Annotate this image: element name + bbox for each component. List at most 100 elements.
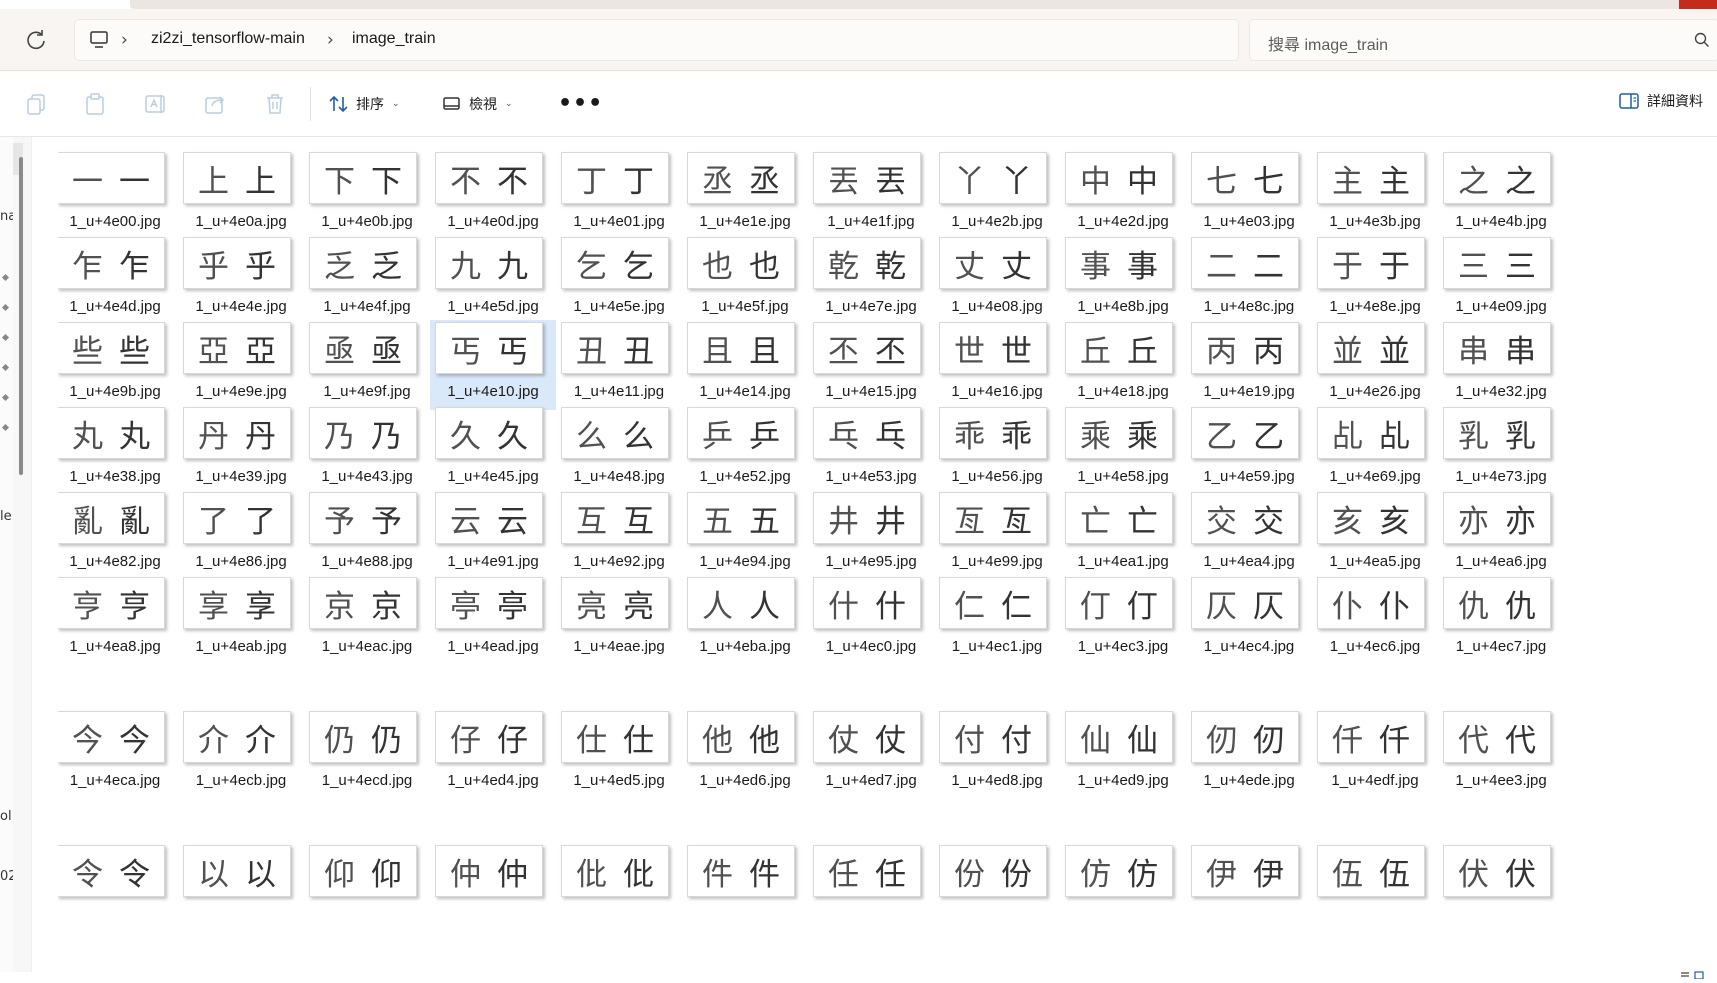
file-name[interactable]: 1_u+4e39.jpg (178, 468, 304, 485)
file-name[interactable]: 1_u+4e86.jpg (178, 553, 304, 570)
file-thumbnail[interactable]: 些些 (58, 322, 165, 374)
file-thumbnail[interactable]: 串串 (1443, 322, 1551, 374)
file-thumbnail[interactable]: 乙乙 (1191, 407, 1299, 459)
file-thumbnail[interactable]: 中中 (1065, 152, 1173, 204)
file-thumbnail[interactable]: 丘丘 (1065, 322, 1173, 374)
file-tile[interactable]: 仳仳 (556, 843, 682, 933)
file-thumbnail[interactable]: 予予 (309, 492, 417, 544)
file-thumbnail[interactable]: 仕仕 (561, 711, 669, 763)
file-name[interactable]: 1_u+4ed8.jpg (934, 772, 1060, 789)
file-thumbnail[interactable]: 仍仍 (309, 711, 417, 763)
file-name[interactable]: 1_u+4e4b.jpg (1438, 213, 1564, 230)
nav-item-fragment[interactable]: le (0, 509, 12, 524)
file-name[interactable]: 1_u+4e88.jpg (304, 553, 430, 570)
file-thumbnail[interactable]: 亂亂 (58, 492, 165, 544)
file-thumbnail[interactable]: 井井 (813, 492, 921, 544)
file-name[interactable]: 1_u+4e15.jpg (808, 383, 934, 400)
file-tile[interactable]: 九九 1_u+4e5d.jpg (430, 235, 556, 325)
file-tile[interactable]: 享享 1_u+4eab.jpg (178, 575, 304, 665)
file-thumbnail[interactable]: 了了 (183, 492, 291, 544)
file-tile[interactable]: 他他 1_u+4ed6.jpg (682, 709, 808, 799)
file-name[interactable]: 1_u+4ea6.jpg (1438, 553, 1564, 570)
file-thumbnail[interactable]: 仞仞 (1191, 711, 1299, 763)
file-name[interactable]: 1_u+4e08.jpg (934, 298, 1060, 315)
file-name[interactable]: 1_u+4e32.jpg (1438, 383, 1564, 400)
file-name[interactable]: 1_u+4e16.jpg (934, 383, 1060, 400)
file-tile[interactable]: 不不 1_u+4e0d.jpg (430, 150, 556, 240)
file-thumbnail[interactable]: 享享 (183, 577, 291, 629)
file-name[interactable]: 1_u+4e03.jpg (1186, 213, 1312, 230)
file-thumbnail[interactable]: 丞丞 (687, 152, 795, 204)
file-name[interactable]: 1_u+4e8c.jpg (1186, 298, 1312, 315)
file-tile[interactable]: 仄仄 1_u+4ec4.jpg (1186, 575, 1312, 665)
breadcrumb-item[interactable]: zi2zi_tensorflow-main (151, 30, 305, 48)
file-name[interactable]: 1_u+4e1e.jpg (682, 213, 808, 230)
file-thumbnail[interactable]: 也也 (687, 237, 795, 289)
file-name[interactable]: 1_u+4ec3.jpg (1060, 638, 1186, 655)
file-thumbnail[interactable]: 仳仳 (561, 845, 669, 897)
file-thumbnail[interactable]: 任任 (813, 845, 921, 897)
file-tile[interactable]: 亨亨 1_u+4ea8.jpg (58, 575, 178, 665)
file-tile[interactable]: 仞仞 1_u+4ede.jpg (1186, 709, 1312, 799)
file-tile[interactable]: 仆仆 1_u+4ec6.jpg (1312, 575, 1438, 665)
file-name[interactable]: 1_u+4e95.jpg (808, 553, 934, 570)
file-thumbnail[interactable]: 乩乩 (1317, 407, 1425, 459)
file-thumbnail[interactable]: 亨亨 (58, 577, 165, 629)
file-name[interactable]: 1_u+4e00.jpg (58, 213, 178, 230)
file-thumbnail[interactable]: 三三 (1443, 237, 1551, 289)
file-tile[interactable]: 亡亡 1_u+4ea1.jpg (1060, 490, 1186, 580)
file-tile[interactable]: 丁丁 1_u+4e01.jpg (556, 150, 682, 240)
file-name[interactable]: 1_u+4ea1.jpg (1060, 553, 1186, 570)
file-thumbnail[interactable]: 亙亙 (939, 492, 1047, 544)
file-thumbnail[interactable]: 仗仗 (813, 711, 921, 763)
file-tile[interactable]: 亞亞 1_u+4e9e.jpg (178, 320, 304, 410)
file-name[interactable]: 1_u+4edf.jpg (1312, 772, 1438, 789)
file-thumbnail[interactable]: 仃仃 (1065, 577, 1173, 629)
file-thumbnail[interactable]: 令令 (58, 845, 165, 897)
file-thumbnail[interactable]: 丟丟 (813, 152, 921, 204)
chevron-right-icon[interactable]: › (121, 30, 128, 50)
file-name[interactable]: 1_u+4e14.jpg (682, 383, 808, 400)
file-name[interactable]: 1_u+4ea8.jpg (58, 638, 178, 655)
file-tile[interactable]: 丈丈 1_u+4e08.jpg (934, 235, 1060, 325)
file-tile[interactable]: 仟仟 1_u+4edf.jpg (1312, 709, 1438, 799)
file-thumbnail[interactable]: 仆仆 (1317, 577, 1425, 629)
file-name[interactable]: 1_u+4e7e.jpg (808, 298, 934, 315)
file-name[interactable]: 1_u+4e4d.jpg (58, 298, 178, 315)
paste-icon[interactable] (84, 92, 108, 116)
file-tile[interactable]: 下下 1_u+4e0b.jpg (304, 150, 430, 240)
file-thumbnail[interactable]: 亮亮 (561, 577, 669, 629)
file-thumbnail[interactable]: 么么 (561, 407, 669, 459)
details-pane-button[interactable]: 詳細資料 (1618, 91, 1703, 111)
file-name[interactable]: 1_u+4e5f.jpg (682, 298, 808, 315)
file-thumbnail[interactable]: 付付 (939, 711, 1047, 763)
file-tile[interactable]: 乏乏 1_u+4e4f.jpg (304, 235, 430, 325)
file-tile[interactable]: 乖乖 1_u+4e56.jpg (934, 405, 1060, 495)
file-thumbnail[interactable]: 亞亞 (183, 322, 291, 374)
file-thumbnail[interactable]: 丐丐 (435, 322, 543, 374)
file-thumbnail[interactable]: 乞乞 (561, 237, 669, 289)
navigation-scrollbar[interactable] (13, 137, 32, 972)
file-thumbnail[interactable]: 亥亥 (1317, 492, 1425, 544)
file-name[interactable]: 1_u+4ede.jpg (1186, 772, 1312, 789)
file-tile[interactable]: 仲仲 (430, 843, 556, 933)
file-name[interactable]: 1_u+4e38.jpg (58, 468, 178, 485)
file-tile[interactable]: 上上 1_u+4e0a.jpg (178, 150, 304, 240)
file-name[interactable]: 1_u+4e56.jpg (934, 468, 1060, 485)
file-tile[interactable]: 乾乾 1_u+4e7e.jpg (808, 235, 934, 325)
file-tile[interactable]: 串串 1_u+4e32.jpg (1438, 320, 1564, 410)
file-name[interactable]: 1_u+4eab.jpg (178, 638, 304, 655)
file-tile[interactable]: 云云 1_u+4e91.jpg (430, 490, 556, 580)
file-tile[interactable]: 之之 1_u+4e4b.jpg (1438, 150, 1564, 240)
file-thumbnail[interactable]: 仰仰 (309, 845, 417, 897)
file-tile[interactable]: 主主 1_u+4e3b.jpg (1312, 150, 1438, 240)
file-tile[interactable]: 仕仕 1_u+4ed5.jpg (556, 709, 682, 799)
copy-icon[interactable] (25, 92, 49, 116)
file-thumbnail[interactable]: 份份 (939, 845, 1047, 897)
file-name[interactable]: 1_u+4e9e.jpg (178, 383, 304, 400)
file-thumbnail[interactable]: 什什 (813, 577, 921, 629)
file-name[interactable]: 1_u+4ecd.jpg (304, 772, 430, 789)
nav-item-fragment[interactable]: ol (0, 809, 12, 824)
file-tile[interactable]: 並並 1_u+4e26.jpg (1312, 320, 1438, 410)
file-name[interactable]: 1_u+4e4f.jpg (304, 298, 430, 315)
